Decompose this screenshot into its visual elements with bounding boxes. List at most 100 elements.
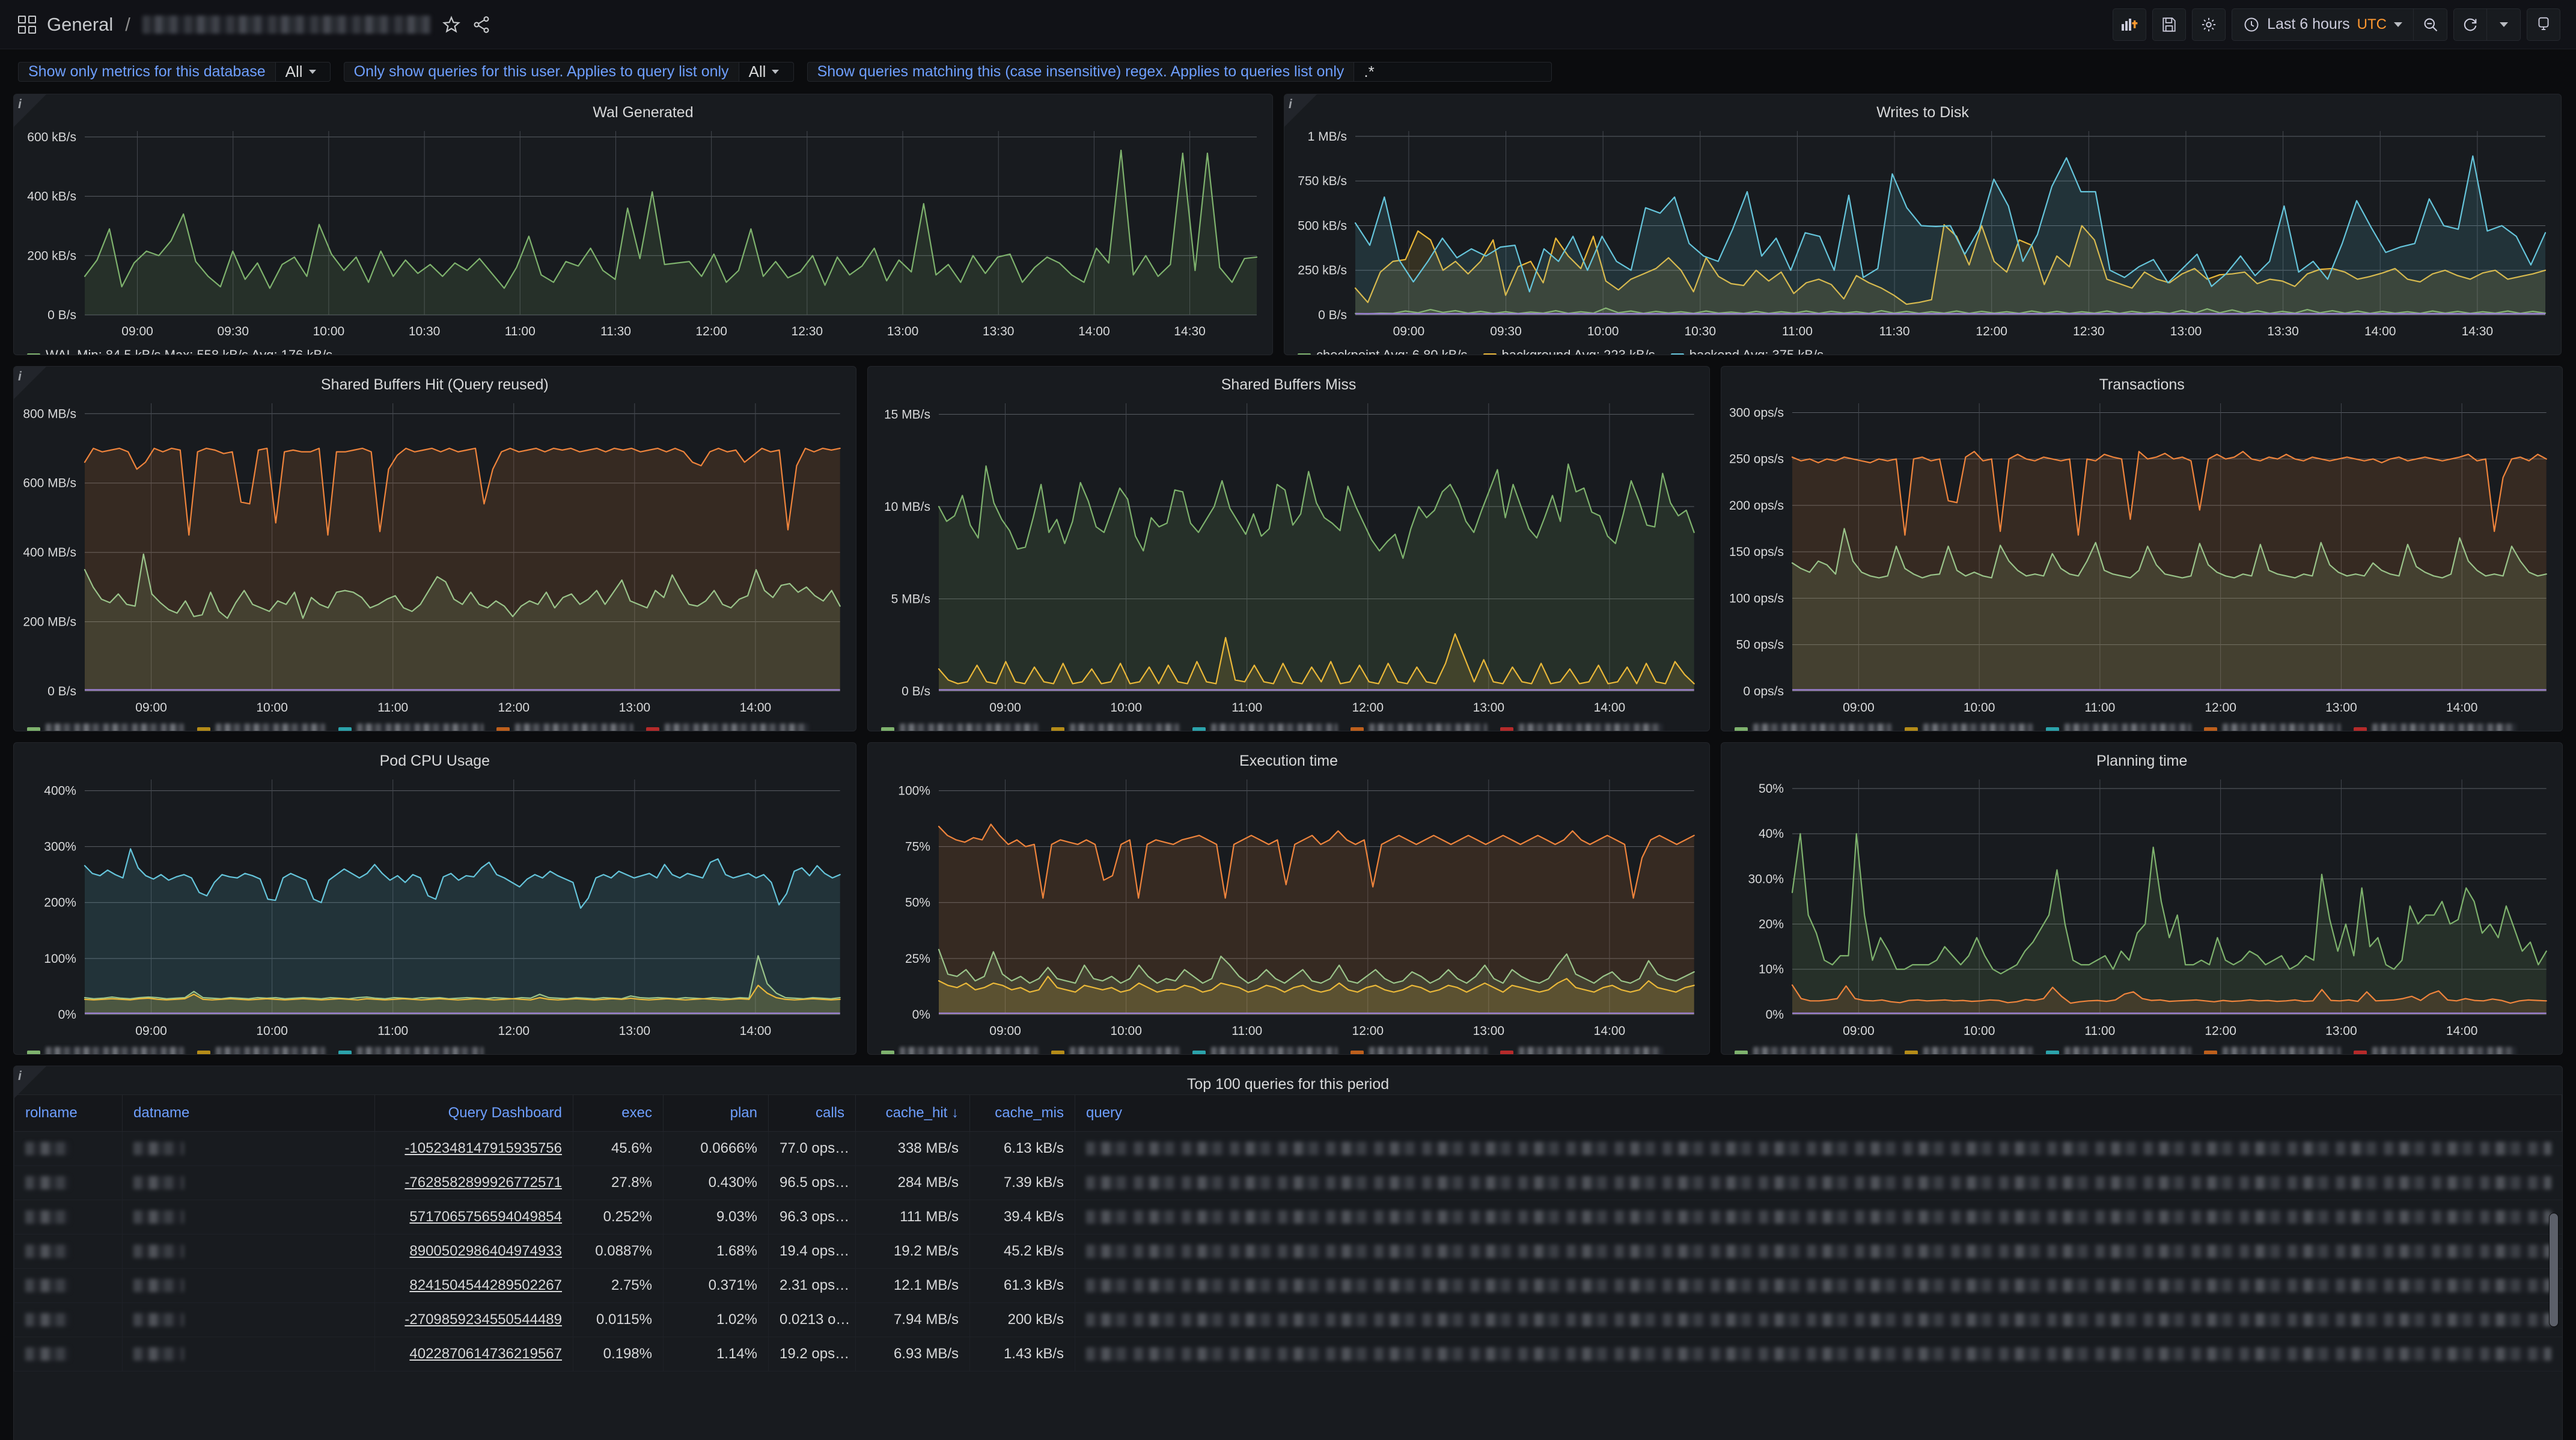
query-dashboard-link[interactable]: -7628582899926772571 <box>404 1174 562 1191</box>
share-icon[interactable] <box>472 15 491 34</box>
legend-item[interactable]: WAL Min: 84.5 kB/s Max: 558 kB/s Avg: 17… <box>27 347 332 355</box>
chevron-down-icon[interactable] <box>308 69 316 74</box>
chart-planning-time[interactable]: 0% 10% 20% 30.0% 40% 50% 09:00 10:00 11:00 12:00 1… <box>1721 771 2562 1043</box>
table-cell-cache_hit: 6.93 MB/s <box>855 1337 970 1371</box>
table-cell-query_dashboard[interactable]: 8900502986404974933 <box>374 1234 573 1269</box>
legend-item[interactable] <box>1192 1046 1337 1054</box>
svg-text:12:00: 12:00 <box>2205 701 2237 715</box>
table-header-calls[interactable]: calls <box>768 1094 856 1132</box>
legend-item[interactable]: background Avg: 223 kB/s <box>1483 347 1655 355</box>
zoom-out-time-range-button[interactable] <box>2414 8 2447 41</box>
legend-item[interactable]: checkpoint Avg: 6.80 kB/s <box>1298 347 1468 355</box>
legend-item[interactable] <box>27 1046 184 1054</box>
table-cell-query_dashboard[interactable]: -2709859234550544489 <box>374 1302 573 1337</box>
save-dashboard-button[interactable] <box>2152 8 2187 41</box>
table-cell-query_dashboard[interactable]: 8241504544289502267 <box>374 1268 573 1303</box>
legend-item[interactable] <box>881 723 1038 731</box>
legend-item[interactable] <box>2046 723 2191 731</box>
table-cell-query <box>1075 1302 2562 1337</box>
table-header-plan[interactable]: plan <box>663 1094 769 1132</box>
breadcrumb-folder[interactable]: General <box>47 14 113 35</box>
legend-item[interactable] <box>2354 723 2517 731</box>
legend-item[interactable] <box>1051 723 1179 731</box>
legend-item[interactable] <box>1350 1046 1487 1054</box>
legend-item[interactable] <box>2046 1046 2191 1054</box>
table-header-cache_hit[interactable]: cache_hit ↓ <box>855 1094 970 1132</box>
legend-item[interactable] <box>1905 723 2033 731</box>
add-panel-button[interactable] <box>2113 8 2147 41</box>
legend-item[interactable] <box>2354 1046 2517 1054</box>
legend-item[interactable] <box>1735 723 1892 731</box>
legend-item[interactable] <box>1350 723 1487 731</box>
legend-item[interactable] <box>2204 723 2341 731</box>
legend-item[interactable] <box>197 1046 325 1054</box>
variable-database-select[interactable]: All <box>275 61 331 82</box>
svg-text:40%: 40% <box>1759 827 1784 841</box>
table-vertical-scrollbar[interactable] <box>2549 1213 2559 1327</box>
table-header-cache_mis[interactable]: cache_mis <box>969 1094 1075 1132</box>
redacted-value <box>25 1210 70 1224</box>
legend-item[interactable]: backend Avg: 375 kB/s <box>1670 347 1824 355</box>
legend-item[interactable] <box>496 723 633 731</box>
legend-item-label-redacted <box>1210 1046 1337 1054</box>
legend-item[interactable] <box>646 723 809 731</box>
panel-writes-to-disk: i Writes to Disk 0 B/s 250 kB/s 500 kB/s 75… <box>1284 94 2562 355</box>
chart-execution-time[interactable]: 0% 25% 50% 75% 100% 09:00 10:00 11:00 12:00 13:00… <box>868 771 1710 1043</box>
table-header-query_dashboard[interactable]: Query Dashboard <box>374 1094 573 1132</box>
chevron-down-icon[interactable] <box>2499 22 2508 27</box>
panel-info-icon[interactable]: i <box>14 94 46 127</box>
time-range-picker[interactable]: Last 6 hours UTC <box>2232 8 2414 41</box>
chart-writes-to-disk[interactable]: 0 B/s 250 kB/s 500 kB/s 750 kB/s 1 MB/s 09:00… <box>1284 123 2561 344</box>
table-header-exec[interactable]: exec <box>573 1094 664 1132</box>
legend-item[interactable] <box>2204 1046 2341 1054</box>
chevron-down-icon[interactable] <box>2394 22 2402 27</box>
query-dashboard-link[interactable]: 5717065756594049854 <box>409 1209 562 1225</box>
star-icon[interactable] <box>442 15 461 34</box>
table-cell-query_dashboard[interactable]: -7628582899926772571 <box>374 1165 573 1200</box>
table-header-query[interactable]: query <box>1075 1094 2562 1132</box>
chart-transactions[interactable]: 0 ops/s 50 ops/s 100 ops/s 150 ops/s 200 ops… <box>1721 395 2562 720</box>
panel-info-icon[interactable]: i <box>1284 94 1317 127</box>
legend-item[interactable] <box>338 723 483 731</box>
chart-shared-buffers-hit[interactable]: 0 B/s 200 MB/s 400 MB/s 600 MB/s 800 MB/s 09:… <box>14 395 856 720</box>
table-header-datname[interactable]: datname <box>122 1094 375 1132</box>
chart-shared-buffers-miss[interactable]: 0 B/s 5 MB/s 10 MB/s 15 MB/s 09:00 10:00 11:00… <box>868 395 1710 720</box>
panel-info-icon[interactable]: i <box>14 367 46 399</box>
query-dashboard-link[interactable]: -1052348147915935756 <box>404 1140 562 1156</box>
chart-pod-cpu-usage[interactable]: 0% 100% 200% 300% 400% 09:00 10:00 11:00 12:00 13… <box>14 771 856 1043</box>
query-dashboard-link[interactable]: 8900502986404974933 <box>409 1243 562 1259</box>
legend-item[interactable] <box>881 1046 1038 1054</box>
table-cell-query_dashboard[interactable]: 5717065756594049854 <box>374 1200 573 1234</box>
svg-text:12:00: 12:00 <box>1352 1024 1384 1038</box>
dashboard-settings-gear-icon[interactable] <box>2192 8 2226 41</box>
variable-regex-input[interactable]: .* <box>1354 61 1552 82</box>
refresh-dashboard-button[interactable] <box>2453 8 2487 41</box>
refresh-interval-dropdown[interactable] <box>2487 8 2521 41</box>
kiosk-mode-button[interactable] <box>2527 8 2560 41</box>
query-dashboard-link[interactable]: 4022870614736219567 <box>409 1346 562 1362</box>
legend-item[interactable] <box>27 723 184 731</box>
svg-text:12:00: 12:00 <box>1976 325 2007 338</box>
chart-wal-generated[interactable]: 0 B/s 200 kB/s 400 kB/s 600 kB/s 09:00 09:30 1… <box>14 123 1272 344</box>
panel-info-icon[interactable]: i <box>14 1066 46 1099</box>
table-cell-query_dashboard[interactable]: -1052348147915935756 <box>374 1131 573 1166</box>
legend-item[interactable] <box>197 723 325 731</box>
svg-text:11:00: 11:00 <box>1232 701 1262 715</box>
legend-item[interactable] <box>1500 1046 1663 1054</box>
legend-item[interactable] <box>1192 723 1337 731</box>
chevron-down-icon[interactable] <box>772 69 780 74</box>
legend-item[interactable] <box>1905 1046 2033 1054</box>
legend-item-label-redacted <box>216 1046 325 1054</box>
legend-item[interactable] <box>338 1046 483 1054</box>
legend-item[interactable] <box>1500 723 1663 731</box>
legend-item[interactable] <box>1735 1046 1892 1054</box>
query-dashboard-link[interactable]: 8241504544289502267 <box>409 1277 562 1293</box>
table-cell-query_dashboard[interactable]: 4022870614736219567 <box>374 1337 573 1371</box>
legend-item[interactable] <box>1051 1046 1179 1054</box>
variable-user-select[interactable]: All <box>738 61 794 82</box>
query-dashboard-link[interactable]: -2709859234550544489 <box>404 1311 562 1328</box>
panel-title: Transactions <box>2099 376 2185 393</box>
dashboards-grid-icon[interactable] <box>18 15 36 34</box>
table-row: 5717065756594049854 0.252% 9.03% 96.3 ops… 1… <box>14 1200 2562 1234</box>
table-header-rolname[interactable]: rolname <box>14 1094 123 1132</box>
